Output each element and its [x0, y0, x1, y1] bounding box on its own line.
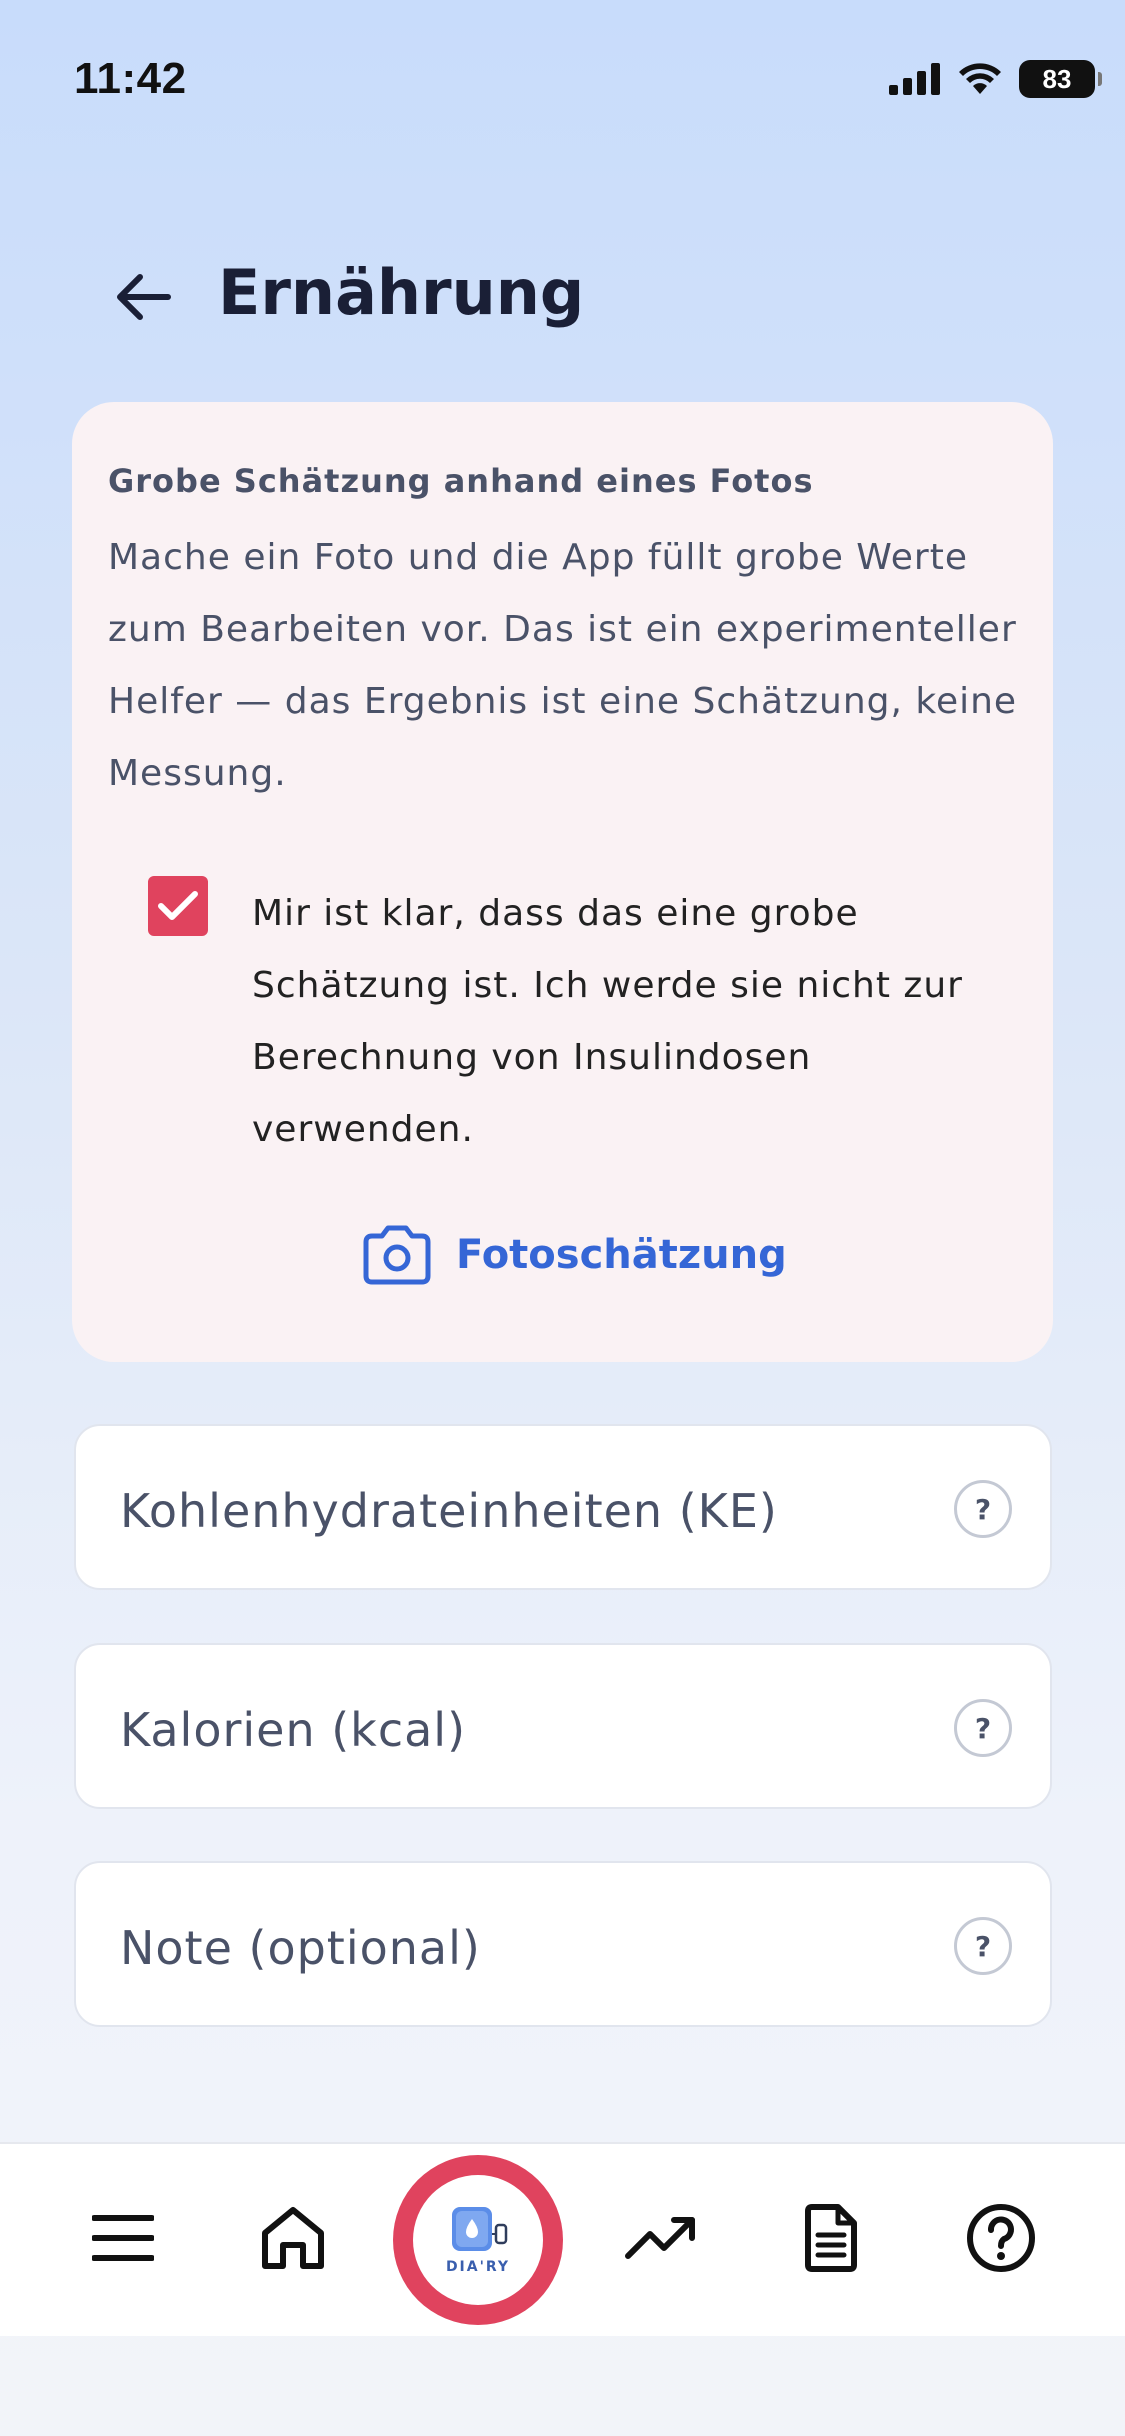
status-time: 11:42: [74, 54, 187, 103]
card-description: Mache ein Foto und die App füllt grobe W…: [108, 537, 1018, 794]
menu-icon: [92, 2215, 154, 2261]
carb-units-field[interactable]: Kohlenhydrateinheiten (KE) ?: [74, 1424, 1052, 1590]
arrow-left-icon: [117, 274, 171, 320]
note-field[interactable]: Note (optional) ?: [74, 1861, 1052, 2027]
wifi-icon: [959, 63, 1001, 94]
camera-icon: [363, 1225, 431, 1285]
nav-diary-logo[interactable]: DIA'RY: [393, 2155, 563, 2325]
note-label: Note (optional): [120, 1921, 481, 1975]
consent-checkbox[interactable]: [148, 876, 208, 936]
diary-logo-text: DIA'RY: [445, 2259, 511, 2275]
document-icon: [805, 2204, 857, 2272]
carb-units-label: Kohlenhydrateinheiten (KE): [120, 1484, 778, 1538]
card-title: Grobe Schätzung anhand eines Fotos: [108, 462, 814, 500]
status-bar: 11:42 83: [0, 0, 1125, 160]
help-circle-icon: [967, 2204, 1035, 2272]
trend-icon: [625, 2217, 695, 2259]
nav-menu[interactable]: [73, 2188, 173, 2288]
photo-estimate-card: Grobe Schätzung anhand eines Fotos Mache…: [72, 402, 1053, 1362]
home-icon: [262, 2207, 324, 2269]
checkmark-icon: [158, 891, 198, 920]
calories-help-icon[interactable]: ?: [954, 1699, 1012, 1757]
nav-home[interactable]: [243, 2188, 343, 2288]
consent-text[interactable]: Mir ist klar, dass das eine grobe Schätz…: [252, 878, 1032, 1166]
nav-reports[interactable]: [781, 2188, 881, 2288]
calories-label: Kalorien (kcal): [120, 1703, 467, 1757]
back-button[interactable]: [108, 262, 178, 332]
battery-indicator: 83: [1019, 60, 1102, 98]
battery-level: 83: [1042, 63, 1072, 94]
cellular-signal-icon: [889, 63, 940, 95]
carb-units-help-icon[interactable]: ?: [954, 1480, 1012, 1538]
page-title: Ernährung: [218, 256, 585, 329]
nav-help[interactable]: [951, 2188, 1051, 2288]
nav-trends[interactable]: [611, 2188, 711, 2288]
photo-estimate-button-label: Fotoschätzung: [456, 1232, 787, 1278]
bottom-navigation: DIA'RY: [0, 2142, 1125, 2336]
status-icons: 83: [889, 60, 1102, 98]
photo-estimate-button[interactable]: Fotoschätzung: [360, 1220, 787, 1290]
diary-logo: DIA'RY: [413, 2175, 543, 2305]
diary-logo-icon: [452, 2207, 508, 2251]
header: Ernährung: [0, 240, 1125, 350]
calories-field[interactable]: Kalorien (kcal) ?: [74, 1643, 1052, 1809]
note-help-icon[interactable]: ?: [954, 1917, 1012, 1975]
